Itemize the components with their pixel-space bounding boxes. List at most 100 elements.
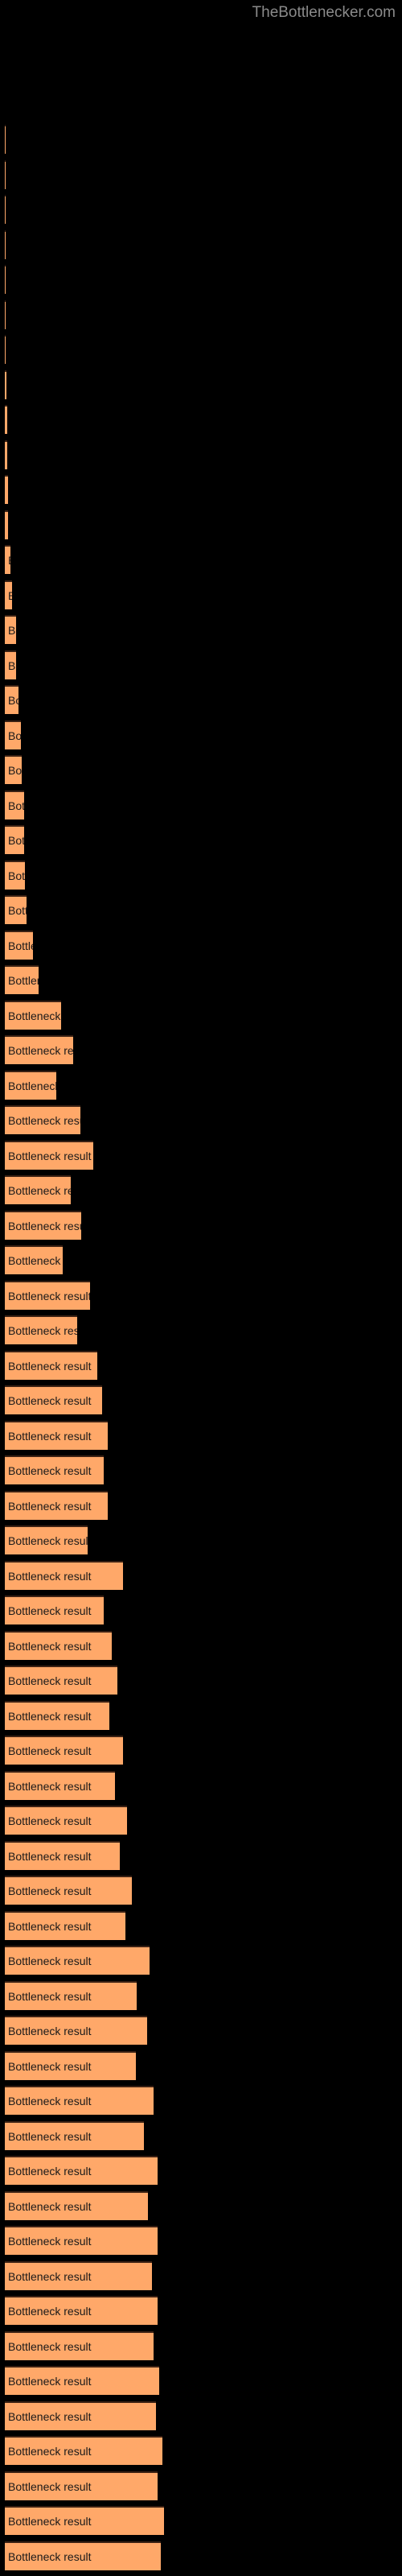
bar[interactable]: Bottleneck result [5, 510, 8, 539]
bar-row: Bottleneck result [0, 2330, 402, 2360]
bar[interactable]: Bottleneck result [5, 1946, 150, 1975]
bar[interactable]: Bottleneck result [5, 1455, 104, 1484]
bar[interactable]: Bottleneck result [5, 965, 39, 994]
bar[interactable]: Bottleneck result [5, 1840, 120, 1870]
bar-label: Bottleneck result [8, 2235, 92, 2248]
bar[interactable]: Bottleneck result [5, 755, 22, 784]
bar[interactable]: Bottleneck result [5, 860, 25, 890]
bar-label: Bottleneck result [8, 658, 16, 672]
bar[interactable]: Bottleneck result [5, 1490, 108, 1520]
bar[interactable]: Bottleneck result [5, 2190, 148, 2220]
bar-label: Bottleneck result [8, 624, 16, 637]
bar[interactable]: Bottleneck result [5, 930, 33, 960]
bar[interactable]: Bottleneck result [5, 1420, 108, 1450]
bar-label: Bottleneck result [8, 1464, 92, 1477]
bar-row: Bottleneck result [0, 895, 402, 924]
bar[interactable]: Bottleneck result [5, 2541, 161, 2570]
bar-label: Bottleneck result [8, 1429, 92, 1443]
bar[interactable]: Bottleneck result [5, 405, 7, 434]
bar-row: Bottleneck result [0, 125, 402, 154]
bar[interactable]: Bottleneck result [5, 720, 21, 749]
bar[interactable]: Bottleneck result [5, 1350, 97, 1380]
bar-label: Bottleneck result [8, 2129, 92, 2143]
bar[interactable]: Bottleneck result [5, 685, 18, 714]
bar[interactable]: Bottleneck result [5, 2330, 154, 2360]
bar[interactable]: Bottleneck result [5, 1140, 93, 1170]
bar[interactable]: Bottleneck result [5, 1105, 80, 1134]
bar[interactable]: Bottleneck result [5, 1175, 71, 1204]
bar-row: Bottleneck result [0, 965, 402, 994]
bar-label: Bottleneck result [8, 1149, 92, 1162]
bar[interactable]: Bottleneck result [5, 1806, 127, 1835]
bar[interactable]: Bottleneck result [5, 2436, 162, 2465]
bar[interactable]: Bottleneck result [5, 1560, 123, 1590]
bar[interactable]: Bottleneck result [5, 1910, 125, 1940]
bar-row: Bottleneck result [0, 299, 402, 329]
bar[interactable]: Bottleneck result [5, 159, 6, 189]
bar[interactable]: Bottleneck result [5, 1245, 63, 1274]
bar[interactable]: Bottleneck result [5, 1876, 132, 1905]
bar[interactable]: Bottleneck result [5, 1315, 77, 1344]
bar-label: Bottleneck result [8, 694, 18, 707]
bar[interactable]: Bottleneck result [5, 1035, 73, 1064]
bar[interactable]: Bottleneck result [5, 2226, 158, 2255]
bar[interactable]: Bottleneck result [5, 1736, 123, 1765]
bar-row: Bottleneck result [0, 265, 402, 294]
bar[interactable]: Bottleneck result [5, 580, 12, 609]
bar[interactable]: Bottleneck result [5, 2296, 158, 2325]
bar[interactable]: Bottleneck result [5, 650, 16, 679]
bar[interactable]: Bottleneck result [5, 1000, 61, 1030]
bar[interactable]: Bottleneck result [5, 2050, 136, 2080]
bar-label: Bottleneck result [8, 1534, 88, 1547]
bar-label: Bottleneck result [8, 1044, 73, 1057]
bar[interactable]: Bottleneck result [5, 2086, 154, 2115]
bar-row: Bottleneck result [0, 2120, 402, 2150]
bar[interactable]: Bottleneck result [5, 895, 27, 924]
bar[interactable]: Bottleneck result [5, 1280, 90, 1310]
bar[interactable]: Bottleneck result [5, 2366, 159, 2395]
bar[interactable]: Bottleneck result [5, 1666, 117, 1695]
bar-row: Bottleneck result [0, 860, 402, 890]
bar[interactable]: Bottleneck result [5, 299, 6, 329]
bar[interactable]: Bottleneck result [5, 1070, 56, 1100]
bar[interactable]: Bottleneck result [5, 2401, 156, 2430]
bar-row: Bottleneck result [0, 1140, 402, 1170]
bar-row: Bottleneck result [0, 2016, 402, 2045]
bar[interactable]: Bottleneck result [5, 440, 7, 469]
bar[interactable]: Bottleneck result [5, 1596, 104, 1624]
bar[interactable]: Bottleneck result [5, 2016, 147, 2045]
bar[interactable]: Bottleneck result [5, 1385, 102, 1414]
bar[interactable]: Bottleneck result [5, 825, 24, 854]
bar-label: Bottleneck result [8, 1709, 92, 1723]
bar-row: Bottleneck result [0, 2296, 402, 2325]
bar-row: Bottleneck result [0, 755, 402, 784]
bar[interactable]: Bottleneck result [5, 2120, 144, 2150]
bar[interactable]: Bottleneck result [5, 2471, 158, 2500]
bar[interactable]: Bottleneck result [5, 1630, 112, 1660]
bar-row: Bottleneck result [0, 1035, 402, 1064]
bar[interactable]: Bottleneck result [5, 2156, 158, 2185]
bar[interactable]: Bottleneck result [5, 265, 6, 294]
bar[interactable]: Bottleneck result [5, 369, 6, 399]
bar[interactable]: Bottleneck result [5, 335, 6, 364]
bar[interactable]: Bottleneck result [5, 125, 6, 154]
bar-row: Bottleneck result [0, 615, 402, 644]
bar-row: Bottleneck result [0, 369, 402, 399]
bar[interactable]: Bottleneck result [5, 2506, 164, 2535]
bar[interactable]: Bottleneck result [5, 790, 24, 819]
bar[interactable]: Bottleneck result [5, 1770, 115, 1800]
bar-label: Bottleneck result [8, 590, 12, 601]
bar-row: Bottleneck result [0, 1490, 402, 1520]
bar[interactable]: Bottleneck result [5, 1700, 109, 1730]
bar[interactable]: Bottleneck result [5, 195, 6, 224]
bar[interactable]: Bottleneck result [5, 615, 16, 644]
bar-row: Bottleneck result [0, 825, 402, 854]
bar[interactable]: Bottleneck result [5, 1525, 88, 1554]
bar-row: Bottleneck result [0, 2401, 402, 2430]
bar[interactable]: Bottleneck result [5, 2260, 152, 2290]
bar[interactable]: Bottleneck result [5, 545, 10, 574]
bar[interactable]: Bottleneck result [5, 1980, 137, 2010]
bar[interactable]: Bottleneck result [5, 1210, 81, 1240]
bar[interactable]: Bottleneck result [5, 475, 8, 504]
bar[interactable]: Bottleneck result [5, 229, 6, 259]
